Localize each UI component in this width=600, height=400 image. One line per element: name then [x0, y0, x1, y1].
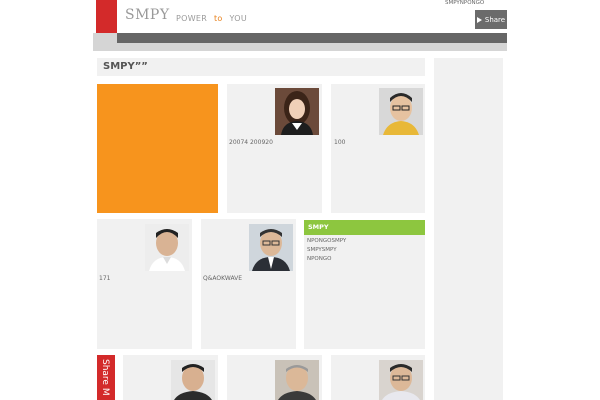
- person-photo-man-6: [171, 360, 215, 400]
- person-photo-man-suit: [249, 224, 293, 271]
- brand-red-bar: [96, 0, 117, 33]
- person-photo-man-shirt: [145, 224, 189, 271]
- share-button[interactable]: Share: [475, 10, 507, 29]
- share-side-tab[interactable]: Share M: [97, 355, 115, 400]
- tagline: POWER to YOU: [176, 14, 247, 23]
- featured-orange-tile[interactable]: [97, 84, 218, 213]
- site-logo[interactable]: SMPY: [125, 7, 170, 23]
- links-panel-title: SMPY: [304, 220, 425, 235]
- top-link[interactable]: SMPYNPONGO: [445, 0, 484, 6]
- person-photo-man-8: [379, 360, 423, 400]
- nav-bar-dark: [117, 33, 507, 43]
- share-side-tab-label: Share M: [100, 359, 110, 396]
- card-3-text: 100: [334, 139, 346, 146]
- share-button-label: Share: [484, 15, 506, 24]
- tagline-to: to: [214, 14, 223, 23]
- tagline-you: YOU: [229, 14, 247, 23]
- person-photo-woman: [275, 88, 319, 135]
- links-panel-item[interactable]: NPONGOSMPY: [307, 238, 346, 244]
- card-4-text: 171: [99, 275, 111, 282]
- play-icon: [476, 16, 482, 23]
- card-5-text: Q&AOKWAVE: [203, 275, 243, 282]
- sidebar: [434, 58, 503, 400]
- links-panel-item[interactable]: NPONGO: [307, 256, 331, 262]
- tagline-power: POWER: [176, 14, 208, 23]
- card-2-text: 20074 200920: [229, 139, 273, 146]
- person-photo-older-man: [275, 360, 319, 400]
- person-photo-man-glasses: [379, 88, 423, 135]
- section-title: SMPY””: [103, 61, 148, 72]
- links-panel-item[interactable]: SMPYSMPY: [307, 247, 337, 253]
